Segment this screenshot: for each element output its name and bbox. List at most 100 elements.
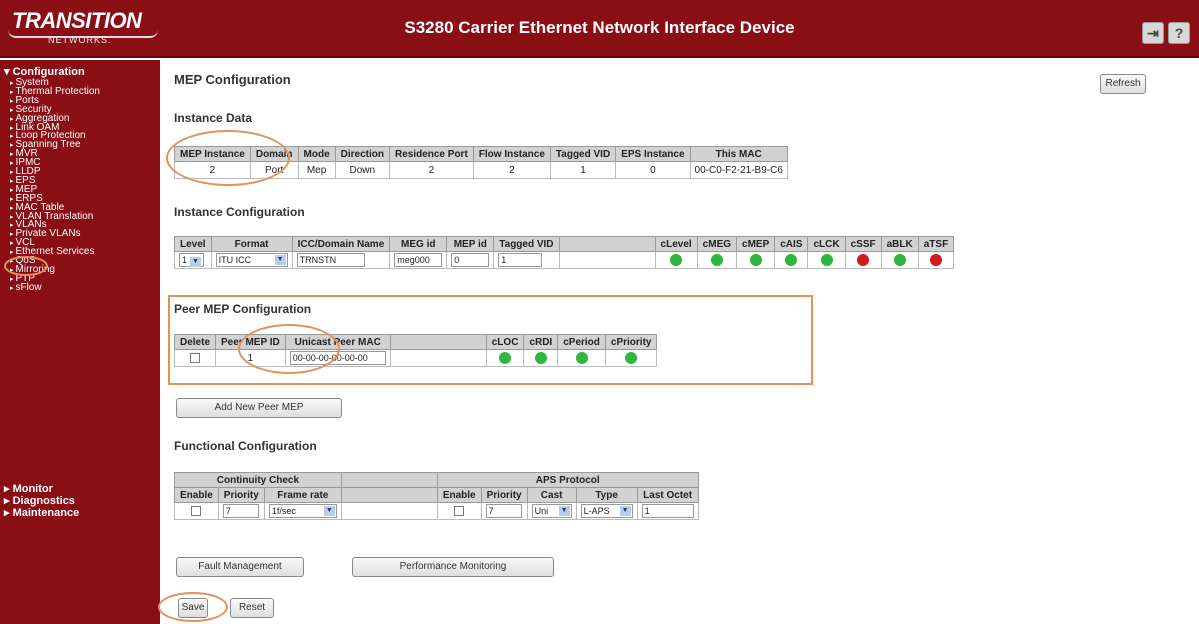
- peer-mep-header-3: [389, 334, 487, 350]
- instance-config-heading: Instance Configuration: [174, 205, 305, 219]
- peer-mep-header-7: cPriority: [604, 334, 658, 350]
- instance-data-cell-8: 00-C0-F2-21-B9-C6: [689, 161, 788, 179]
- instance-config-header-12: cSSF: [844, 236, 882, 252]
- logout-button[interactable]: ⇥: [1142, 22, 1164, 44]
- instance-config-header-5: Tagged VID: [493, 236, 560, 252]
- peer-mep-header-5: cRDI: [523, 334, 559, 350]
- instance-data-cell-6: 1: [549, 161, 617, 179]
- fault-management-button[interactable]: Fault Management: [176, 557, 304, 577]
- instance-data-header-8: This MAC: [689, 146, 788, 162]
- sidebar-section-maintenance[interactable]: ▸ Maintenance: [4, 506, 79, 519]
- peer-mep-header-6: cPeriod: [557, 334, 606, 350]
- performance-monitoring-button[interactable]: Performance Monitoring: [352, 557, 554, 577]
- status-led-icon: [534, 352, 547, 364]
- clck-led-cell: [807, 251, 846, 269]
- save-highlight-oval: [158, 592, 228, 622]
- status-led-icon: [749, 254, 762, 266]
- sidebar-item-sflow[interactable]: ▸ sFlow: [10, 281, 42, 294]
- instance-config-header-9: cMEP: [736, 236, 776, 252]
- type-select[interactable]: L-APS ▼: [580, 504, 633, 518]
- help-button[interactable]: ?: [1168, 22, 1190, 44]
- page-header-title: S3280 Carrier Ethernet Network Interface…: [404, 18, 795, 37]
- functional-header-3: [340, 487, 438, 503]
- ablk-led-cell: [880, 251, 919, 269]
- clevel-led-cell: [654, 251, 698, 269]
- instance-config-header-1: Format: [210, 236, 293, 252]
- instance-data-header-5: Flow Instance: [472, 146, 551, 162]
- instance-data-heading: Instance Data: [174, 111, 253, 125]
- delete-cell: [173, 349, 217, 367]
- page-title: MEP Configuration: [174, 72, 291, 87]
- bullet-arrow-icon: ▸: [10, 284, 14, 292]
- instance-config-header-6: [558, 236, 656, 252]
- aps-enable-checkbox[interactable]: [454, 505, 465, 516]
- spacer-cell: [558, 251, 656, 269]
- instance-config-header-7: cLevel: [654, 236, 698, 252]
- aps-protocol-group-header: APS Protocol: [436, 472, 699, 488]
- tagged-vid-input[interactable]: 1: [498, 253, 543, 267]
- cmep-led-cell: [736, 251, 776, 269]
- refresh-button[interactable]: Refresh: [1100, 74, 1146, 94]
- status-led-icon: [929, 254, 942, 266]
- functional-header-1: Priority: [217, 487, 265, 503]
- tagged-vid-cell: 1: [493, 251, 560, 269]
- instance-data-cell-3: Down: [334, 161, 390, 179]
- domain-name-input[interactable]: TRNSTN: [296, 253, 365, 267]
- instance-config-header-0: Level: [174, 236, 212, 252]
- meg-id-input[interactable]: meg000: [394, 253, 443, 267]
- logout-icon: ⇥: [1147, 25, 1159, 41]
- chevron-down-icon: ▼: [558, 506, 570, 516]
- instance-data-header-2: Mode: [297, 146, 336, 162]
- level-select[interactable]: 1 ▼: [179, 253, 205, 267]
- main-content: MEP Configuration Refresh Instance Data …: [158, 60, 1199, 624]
- sidebar-nav: ▾ Configuration ▸ System ▸ Thermal Protecti…: [0, 60, 160, 624]
- status-led-icon: [625, 352, 638, 364]
- mep-highlight-oval: [4, 256, 48, 276]
- instance-config-header-11: cLCK: [807, 236, 846, 252]
- instance-config-header-13: aBLK: [880, 236, 919, 252]
- help-icon: ?: [1174, 25, 1184, 41]
- sidebar-item-label: sFlow: [15, 281, 42, 293]
- level-cell: 1 ▼: [174, 251, 212, 269]
- spacer-cell: [340, 502, 438, 520]
- aps-enable-cell: [436, 502, 482, 520]
- instance-data-cell-2: Mep: [297, 161, 336, 179]
- last-octet-cell: 1: [636, 502, 699, 520]
- format-select[interactable]: ITU ICC ▼: [215, 253, 288, 267]
- instance-config-table: Level Format ICC/Domain Name MEG id MEP id Ta…: [174, 236, 955, 269]
- status-led-icon: [499, 352, 512, 364]
- spacer-cell: [389, 349, 487, 367]
- cssf-led-cell: [844, 251, 882, 269]
- peer-mep-heading: Peer MEP Configuration: [174, 302, 312, 316]
- instance-data-cell-5: 2: [472, 161, 551, 179]
- frame-rate-select[interactable]: 1f/sec ▼: [268, 504, 337, 518]
- cast-cell: Uni ▼: [526, 502, 577, 520]
- mep-id-input[interactable]: 0: [451, 253, 490, 267]
- functional-header-4: Enable: [436, 487, 482, 503]
- add-new-peer-mep-button[interactable]: Add New Peer MEP: [176, 398, 342, 418]
- instance-data-cell-4: 2: [388, 161, 474, 179]
- functional-header-8: Last Octet: [636, 487, 699, 503]
- instance-config-header-3: MEG id: [389, 236, 448, 252]
- aps-priority-input[interactable]: 7: [485, 504, 522, 518]
- meg-id-cell: meg000: [389, 251, 448, 269]
- instance-data-header-3: Direction: [334, 146, 390, 162]
- functional-header-6: Cast: [526, 487, 577, 503]
- instance-data-header-4: Residence Port: [388, 146, 474, 162]
- cast-select[interactable]: Uni ▼: [531, 504, 572, 518]
- atsf-led-cell: [917, 251, 955, 269]
- cloc-led-cell: [485, 349, 525, 367]
- delete-peer-checkbox[interactable]: [190, 352, 200, 363]
- functional-header-5: Priority: [480, 487, 528, 503]
- chevron-down-icon: ▼: [274, 255, 286, 265]
- cmeg-led-cell: [696, 251, 738, 269]
- aps-priority-cell: 7: [480, 502, 528, 520]
- crdi-led-cell: [523, 349, 559, 367]
- functional-config-table: Continuity Check APS Protocol Enable Prio…: [174, 472, 699, 520]
- instance-config-header-10: cAIS: [774, 236, 809, 252]
- cc-priority-input[interactable]: 7: [222, 504, 259, 518]
- instance-config-header-8: cMEG: [696, 236, 738, 252]
- reset-button[interactable]: Reset: [230, 598, 274, 618]
- cc-enable-checkbox[interactable]: [191, 505, 202, 516]
- last-octet-input[interactable]: 1: [641, 504, 694, 518]
